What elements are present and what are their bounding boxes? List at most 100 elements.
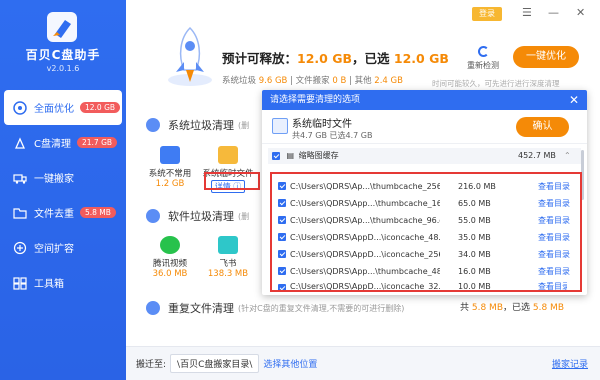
dialog-file-name: 系统临时文件 xyxy=(292,119,352,130)
section-software: 软件垃圾清理 (删 xyxy=(146,208,249,224)
summary-selected: 5.8 MB xyxy=(532,303,564,313)
section-desc: (删 xyxy=(238,211,250,221)
summary-total: 5.8 MB xyxy=(471,303,503,313)
hero-sub-value: 0 B xyxy=(332,76,347,86)
expand-icon xyxy=(12,240,28,256)
folder-icon xyxy=(12,205,28,221)
sidebar: 百贝C盘助手 v2.0.1.6 全面优化 12.0 GB C盘清理 21.7 G… xyxy=(0,0,126,380)
tile-tencent-video[interactable]: 腾讯视频 36.0 MB xyxy=(144,236,196,279)
refresh-icon xyxy=(477,46,489,57)
hero-subtitle: 系统垃圾 9.6 GB | 文件搬家 0 B | 其他 2.4 GB xyxy=(222,74,403,86)
tile-size: 1.2 GB xyxy=(155,179,185,189)
sidebar-badge: 5.8 MB xyxy=(80,207,116,218)
app-logo-icon xyxy=(47,12,77,42)
section-title: 重复文件清理 xyxy=(168,302,234,315)
section-title: 软件垃圾清理 xyxy=(168,210,234,223)
choose-location-link[interactable]: 选择其他位置 xyxy=(263,357,317,370)
sidebar-item-label: 工具箱 xyxy=(34,279,64,290)
hero-sub-label: | 其他 xyxy=(346,76,372,86)
highlight-box-detail xyxy=(204,172,260,190)
menu-icon[interactable]: ☰ xyxy=(522,6,532,19)
truck-icon xyxy=(12,170,28,186)
group-row-thumbcache[interactable]: ▤ 缩略图缓存 452.7 MB ⌃ xyxy=(268,148,581,164)
hero-note: 时间可能较久，可先进行进行深度清理 xyxy=(432,79,560,88)
hero-sub-label: 系统垃圾 xyxy=(222,76,257,86)
move-bar: 搬迁至: \百贝C盘搬家目录\ 选择其他位置 搬家记录 xyxy=(126,346,600,380)
sidebar-item-full-optimize[interactable]: 全面优化 12.0 GB xyxy=(4,90,122,125)
sidebar-item-label: C盘清理 xyxy=(34,139,71,150)
software-junk-icon xyxy=(146,209,160,223)
dialog-close-icon[interactable]: ✕ xyxy=(569,90,579,110)
group-label: 缩略图缓存 xyxy=(298,151,339,160)
app-version: v2.0.1.6 xyxy=(46,64,80,73)
file-group-icon: ▤ xyxy=(286,151,295,160)
duplicate-file-icon xyxy=(146,301,160,315)
hero-sub-value: 9.6 GB xyxy=(258,76,288,86)
dialog-header: 请选择需要清理的选项 ✕ xyxy=(262,90,587,110)
move-path-field[interactable]: \百贝C盘搬家目录\ xyxy=(170,354,260,373)
hero-selected: 12.0 GB xyxy=(393,51,449,66)
temp-file-icon xyxy=(218,146,238,164)
sidebar-item-label: 全面优化 xyxy=(34,104,74,115)
sidebar-nav: 全面优化 12.0 GB C盘清理 21.7 GB 一键搬家 文件去重 5.8 … xyxy=(0,90,126,300)
monitor-icon xyxy=(160,146,180,164)
hero-title: 预计可释放：12.0 GB，已选 12.0 GB xyxy=(222,48,449,67)
sidebar-badge: 12.0 GB xyxy=(80,102,121,113)
optimize-button[interactable]: 一键优化 xyxy=(513,46,579,68)
login-button[interactable]: 登录 xyxy=(472,7,502,21)
sidebar-item-label: 文件去重 xyxy=(34,209,74,220)
summary-label: ，已选 xyxy=(503,303,533,313)
tile-feishu[interactable]: 飞书 138.3 MB xyxy=(202,236,254,279)
tile-sys-unused[interactable]: 系统不常用 1.2 GB xyxy=(144,146,196,189)
home-icon xyxy=(12,100,28,116)
sidebar-badge: 21.7 GB xyxy=(76,137,118,148)
sidebar-item-expand[interactable]: 空间扩容 xyxy=(0,230,126,265)
section-duplicate: 重复文件清理 (针对C盘的重复文件清理,不需要的可进行删除) xyxy=(146,300,404,316)
dialog-summary: 系统临时文件 共4.7 GB 已选4.7 GB 确认 xyxy=(262,110,587,144)
temp-file-icon xyxy=(272,118,288,134)
sidebar-item-toolbox[interactable]: 工具箱 xyxy=(0,265,126,300)
summary-label: 共 xyxy=(460,303,472,313)
hero-total: 12.0 GB xyxy=(297,51,352,66)
dialog-title: 请选择需要清理的选项 xyxy=(270,95,361,105)
group-size: 452.7 MB xyxy=(518,151,556,160)
hero-sub-value: 2.4 GB xyxy=(374,76,403,86)
tile-label: 飞书 xyxy=(219,259,237,269)
tile-label: 系统不常用 xyxy=(148,169,192,179)
broom-icon xyxy=(12,135,28,151)
section-desc: (针对C盘的重复文件清理,不需要的可进行删除) xyxy=(238,303,405,313)
sidebar-item-move[interactable]: 一键搬家 xyxy=(0,160,126,195)
tile-size: 138.3 MB xyxy=(207,269,249,279)
sidebar-item-label: 空间扩容 xyxy=(34,244,74,255)
dialog-file-meta: 共4.7 GB 已选4.7 GB xyxy=(292,131,373,140)
section-title: 系统垃圾清理 xyxy=(168,119,234,132)
cleanup-options-dialog: 请选择需要清理的选项 ✕ 系统临时文件 共4.7 GB 已选4.7 GB 确认 … xyxy=(262,90,587,295)
sidebar-item-label: 一键搬家 xyxy=(34,174,74,185)
recheck-button[interactable]: 重新检测 xyxy=(463,46,503,71)
hero-title-prefix: 预计可释放： xyxy=(222,51,298,66)
sidebar-item-dedupe[interactable]: 文件去重 5.8 MB xyxy=(0,195,126,230)
section-desc: (删 xyxy=(238,120,250,130)
app-name: 百贝C盘助手 xyxy=(25,48,101,62)
close-icon[interactable]: ✕ xyxy=(576,6,585,19)
toolbox-icon xyxy=(12,275,28,291)
duplicate-summary: 共 5.8 MB，已选 5.8 MB xyxy=(460,300,564,313)
chevron-up-icon[interactable]: ⌃ xyxy=(564,148,571,164)
highlight-box-file-list xyxy=(270,172,582,292)
rocket-icon xyxy=(168,26,212,86)
hero-title-mid: ，已选 xyxy=(352,51,390,66)
section-system: 系统垃圾清理 (删 xyxy=(146,117,249,133)
system-junk-icon xyxy=(146,118,160,132)
checkbox[interactable] xyxy=(272,151,280,160)
hero-sub-label: | 文件搬家 xyxy=(287,76,333,86)
sidebar-item-c-clean[interactable]: C盘清理 21.7 GB xyxy=(0,125,126,160)
move-label: 搬迁至: xyxy=(136,360,167,370)
tencent-video-icon xyxy=(160,236,180,254)
tile-size: 36.0 MB xyxy=(152,269,188,279)
move-history-link[interactable]: 搬家记录 xyxy=(552,357,588,370)
tile-label: 腾讯视频 xyxy=(152,259,187,269)
confirm-button[interactable]: 确认 xyxy=(516,117,569,137)
minimize-icon[interactable]: — xyxy=(548,6,559,19)
recheck-label: 重新检测 xyxy=(467,61,499,70)
feishu-icon xyxy=(218,236,238,254)
